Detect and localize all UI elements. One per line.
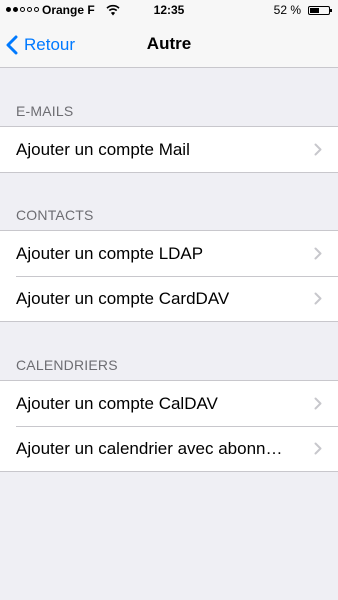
chevron-right-icon	[314, 143, 322, 156]
chevron-right-icon	[314, 292, 322, 305]
battery-percentage: 52 %	[273, 3, 301, 17]
list-item[interactable]: Ajouter un compte CalDAV	[0, 381, 338, 426]
list-item[interactable]: Ajouter un compte Mail	[0, 127, 338, 172]
navigation-bar: Orange F 12:35 52 % Retour Autre	[0, 0, 338, 68]
battery-cap	[330, 9, 332, 12]
battery-icon	[308, 6, 332, 15]
list-item[interactable]: Ajouter un compte CardDAV	[0, 276, 338, 321]
group-contacts: Ajouter un compte LDAP Ajouter un compte…	[0, 230, 338, 322]
section-header-emails: E-MAILS	[16, 103, 74, 119]
list-item-label: Ajouter un compte CalDAV	[16, 394, 218, 413]
group-calendars: Ajouter un compte CalDAV Ajouter un cale…	[0, 380, 338, 472]
list-item[interactable]: Ajouter un compte LDAP	[0, 231, 338, 276]
chevron-right-icon	[314, 442, 322, 455]
section-header-contacts: CONTACTS	[16, 207, 94, 223]
status-bar: Orange F 12:35 52 %	[0, 0, 338, 22]
list-item-label: Ajouter un compte CardDAV	[16, 289, 230, 308]
list-item-label: Ajouter un calendrier avec abonn…	[16, 439, 283, 458]
section-header-calendars: CALENDRIERS	[16, 357, 118, 373]
list-item[interactable]: Ajouter un calendrier avec abonn…	[0, 426, 338, 471]
list-item-label: Ajouter un compte LDAP	[16, 244, 204, 263]
chevron-right-icon	[314, 397, 322, 410]
page-title: Autre	[146, 34, 192, 53]
group-emails: Ajouter un compte Mail	[0, 126, 338, 173]
chevron-right-icon	[314, 247, 322, 260]
list-item-label: Ajouter un compte Mail	[16, 140, 190, 159]
battery-fill	[310, 8, 319, 13]
